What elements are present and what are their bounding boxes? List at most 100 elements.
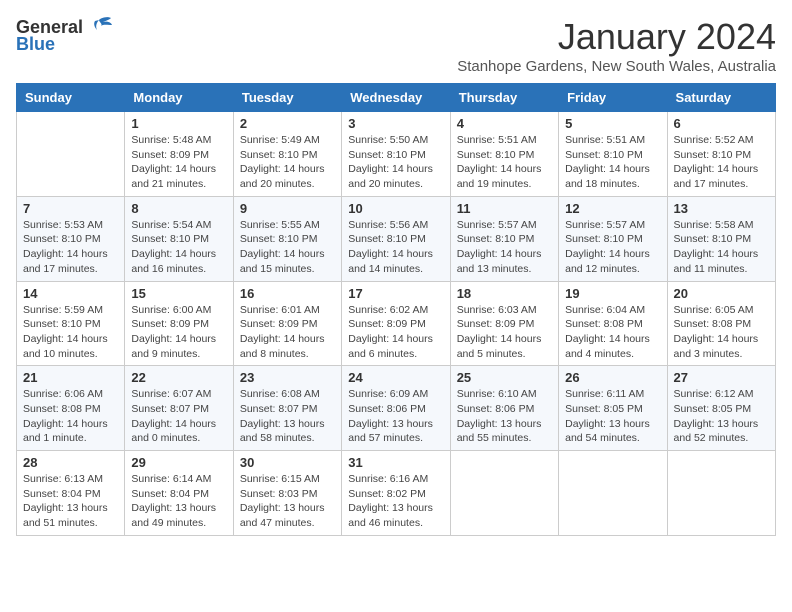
- day-number: 4: [457, 116, 552, 131]
- day-cell: 1Sunrise: 5:48 AM Sunset: 8:09 PM Daylig…: [125, 112, 233, 197]
- month-title: January 2024: [457, 16, 776, 58]
- day-number: 11: [457, 201, 552, 216]
- day-number: 15: [131, 286, 226, 301]
- week-row-1: 1Sunrise: 5:48 AM Sunset: 8:09 PM Daylig…: [17, 112, 776, 197]
- day-number: 26: [565, 370, 660, 385]
- header-saturday: Saturday: [667, 84, 775, 112]
- day-cell: 19 Sunrise: 6:04 AM Sunset: 8:08 PM Dayli…: [559, 281, 667, 366]
- day-info: Sunrise: 6:08 AM Sunset: 8:07 PM Dayligh…: [240, 387, 335, 446]
- header-thursday: Thursday: [450, 84, 558, 112]
- day-cell: 23 Sunrise: 6:08 AM Sunset: 8:07 PM Dayli…: [233, 366, 341, 451]
- day-number: 23: [240, 370, 335, 385]
- day-number: 17: [348, 286, 443, 301]
- day-info: Sunrise: 5:57 AM Sunset: 8:10 PM Dayligh…: [457, 218, 552, 277]
- day-number: 13: [674, 201, 769, 216]
- day-info: Sunrise: 6:16 AM Sunset: 8:02 PM Dayligh…: [348, 472, 443, 531]
- title-section: January 2024 Stanhope Gardens, New South…: [457, 16, 776, 75]
- week-row-3: 14Sunrise: 5:59 AM Sunset: 8:10 PM Dayli…: [17, 281, 776, 366]
- header-friday: Friday: [559, 84, 667, 112]
- header-tuesday: Tuesday: [233, 84, 341, 112]
- day-cell: 29Sunrise: 6:14 AM Sunset: 8:04 PM Dayli…: [125, 451, 233, 536]
- day-cell: 2 Sunrise: 5:49 AM Sunset: 8:10 PM Daylig…: [233, 112, 341, 197]
- day-info: Sunrise: 5:57 AM Sunset: 8:10 PM Dayligh…: [565, 218, 660, 277]
- day-cell: 7 Sunrise: 5:53 AM Sunset: 8:10 PM Daylig…: [17, 196, 125, 281]
- day-cell: 31 Sunrise: 6:16 AM Sunset: 8:02 PM Dayli…: [342, 451, 450, 536]
- day-cell: 11 Sunrise: 5:57 AM Sunset: 8:10 PM Dayli…: [450, 196, 558, 281]
- day-number: 30: [240, 455, 335, 470]
- week-row-5: 28Sunrise: 6:13 AM Sunset: 8:04 PM Dayli…: [17, 451, 776, 536]
- day-info: Sunrise: 5:49 AM Sunset: 8:10 PM Dayligh…: [240, 133, 335, 192]
- day-cell: 27 Sunrise: 6:12 AM Sunset: 8:05 PM Dayli…: [667, 366, 775, 451]
- day-info: Sunrise: 6:06 AM Sunset: 8:08 PM Dayligh…: [23, 387, 118, 446]
- day-cell: 13 Sunrise: 5:58 AM Sunset: 8:10 PM Dayli…: [667, 196, 775, 281]
- day-number: 18: [457, 286, 552, 301]
- day-number: 1: [131, 116, 226, 131]
- day-info: Sunrise: 6:12 AM Sunset: 8:05 PM Dayligh…: [674, 387, 769, 446]
- day-info: Sunrise: 5:55 AM Sunset: 8:10 PM Dayligh…: [240, 218, 335, 277]
- day-number: 10: [348, 201, 443, 216]
- day-cell: 20 Sunrise: 6:05 AM Sunset: 8:08 PM Dayli…: [667, 281, 775, 366]
- day-cell: [450, 451, 558, 536]
- day-number: 12: [565, 201, 660, 216]
- day-info: Sunrise: 6:05 AM Sunset: 8:08 PM Dayligh…: [674, 303, 769, 362]
- day-number: 6: [674, 116, 769, 131]
- logo-bird-icon: [85, 16, 113, 38]
- day-info: Sunrise: 6:10 AM Sunset: 8:06 PM Dayligh…: [457, 387, 552, 446]
- day-number: 27: [674, 370, 769, 385]
- day-info: Sunrise: 6:03 AM Sunset: 8:09 PM Dayligh…: [457, 303, 552, 362]
- day-cell: 5 Sunrise: 5:51 AM Sunset: 8:10 PM Daylig…: [559, 112, 667, 197]
- day-info: Sunrise: 6:04 AM Sunset: 8:08 PM Dayligh…: [565, 303, 660, 362]
- day-number: 25: [457, 370, 552, 385]
- day-cell: [559, 451, 667, 536]
- day-cell: 8 Sunrise: 5:54 AM Sunset: 8:10 PM Daylig…: [125, 196, 233, 281]
- logo-blue: Blue: [16, 34, 55, 55]
- day-cell: 12 Sunrise: 5:57 AM Sunset: 8:10 PM Dayli…: [559, 196, 667, 281]
- day-info: Sunrise: 5:58 AM Sunset: 8:10 PM Dayligh…: [674, 218, 769, 277]
- day-cell: 30 Sunrise: 6:15 AM Sunset: 8:03 PM Dayli…: [233, 451, 341, 536]
- calendar-table: SundayMondayTuesdayWednesdayThursdayFrid…: [16, 83, 776, 536]
- day-info: Sunrise: 5:50 AM Sunset: 8:10 PM Dayligh…: [348, 133, 443, 192]
- day-number: 3: [348, 116, 443, 131]
- day-cell: 26 Sunrise: 6:11 AM Sunset: 8:05 PM Dayli…: [559, 366, 667, 451]
- day-number: 22: [131, 370, 226, 385]
- day-info: Sunrise: 6:01 AM Sunset: 8:09 PM Dayligh…: [240, 303, 335, 362]
- day-info: Sunrise: 5:54 AM Sunset: 8:10 PM Dayligh…: [131, 218, 226, 277]
- day-info: Sunrise: 5:51 AM Sunset: 8:10 PM Dayligh…: [457, 133, 552, 192]
- day-number: 20: [674, 286, 769, 301]
- day-cell: 4 Sunrise: 5:51 AM Sunset: 8:10 PM Daylig…: [450, 112, 558, 197]
- day-cell: 14Sunrise: 5:59 AM Sunset: 8:10 PM Dayli…: [17, 281, 125, 366]
- day-info: Sunrise: 6:11 AM Sunset: 8:05 PM Dayligh…: [565, 387, 660, 446]
- day-number: 19: [565, 286, 660, 301]
- day-number: 5: [565, 116, 660, 131]
- day-info: Sunrise: 5:51 AM Sunset: 8:10 PM Dayligh…: [565, 133, 660, 192]
- logo: General Blue: [16, 16, 113, 55]
- day-number: 31: [348, 455, 443, 470]
- day-number: 9: [240, 201, 335, 216]
- day-cell: [17, 112, 125, 197]
- day-number: 24: [348, 370, 443, 385]
- day-cell: 22 Sunrise: 6:07 AM Sunset: 8:07 PM Dayli…: [125, 366, 233, 451]
- week-row-4: 21Sunrise: 6:06 AM Sunset: 8:08 PM Dayli…: [17, 366, 776, 451]
- day-number: 8: [131, 201, 226, 216]
- day-number: 29: [131, 455, 226, 470]
- subtitle: Stanhope Gardens, New South Wales, Austr…: [457, 58, 776, 75]
- week-row-2: 7 Sunrise: 5:53 AM Sunset: 8:10 PM Daylig…: [17, 196, 776, 281]
- day-info: Sunrise: 6:09 AM Sunset: 8:06 PM Dayligh…: [348, 387, 443, 446]
- header-sunday: Sunday: [17, 84, 125, 112]
- day-info: Sunrise: 5:52 AM Sunset: 8:10 PM Dayligh…: [674, 133, 769, 192]
- day-cell: 25 Sunrise: 6:10 AM Sunset: 8:06 PM Dayli…: [450, 366, 558, 451]
- day-info: Sunrise: 6:15 AM Sunset: 8:03 PM Dayligh…: [240, 472, 335, 531]
- day-cell: [667, 451, 775, 536]
- day-cell: 17Sunrise: 6:02 AM Sunset: 8:09 PM Dayli…: [342, 281, 450, 366]
- day-info: Sunrise: 5:59 AM Sunset: 8:10 PM Dayligh…: [23, 303, 118, 362]
- day-cell: 28Sunrise: 6:13 AM Sunset: 8:04 PM Dayli…: [17, 451, 125, 536]
- day-cell: 10Sunrise: 5:56 AM Sunset: 8:10 PM Dayli…: [342, 196, 450, 281]
- day-info: Sunrise: 5:53 AM Sunset: 8:10 PM Dayligh…: [23, 218, 118, 277]
- day-cell: 15 Sunrise: 6:00 AM Sunset: 8:09 PM Dayli…: [125, 281, 233, 366]
- day-cell: 16Sunrise: 6:01 AM Sunset: 8:09 PM Dayli…: [233, 281, 341, 366]
- day-info: Sunrise: 6:13 AM Sunset: 8:04 PM Dayligh…: [23, 472, 118, 531]
- day-info: Sunrise: 6:00 AM Sunset: 8:09 PM Dayligh…: [131, 303, 226, 362]
- day-number: 7: [23, 201, 118, 216]
- day-info: Sunrise: 6:07 AM Sunset: 8:07 PM Dayligh…: [131, 387, 226, 446]
- day-number: 2: [240, 116, 335, 131]
